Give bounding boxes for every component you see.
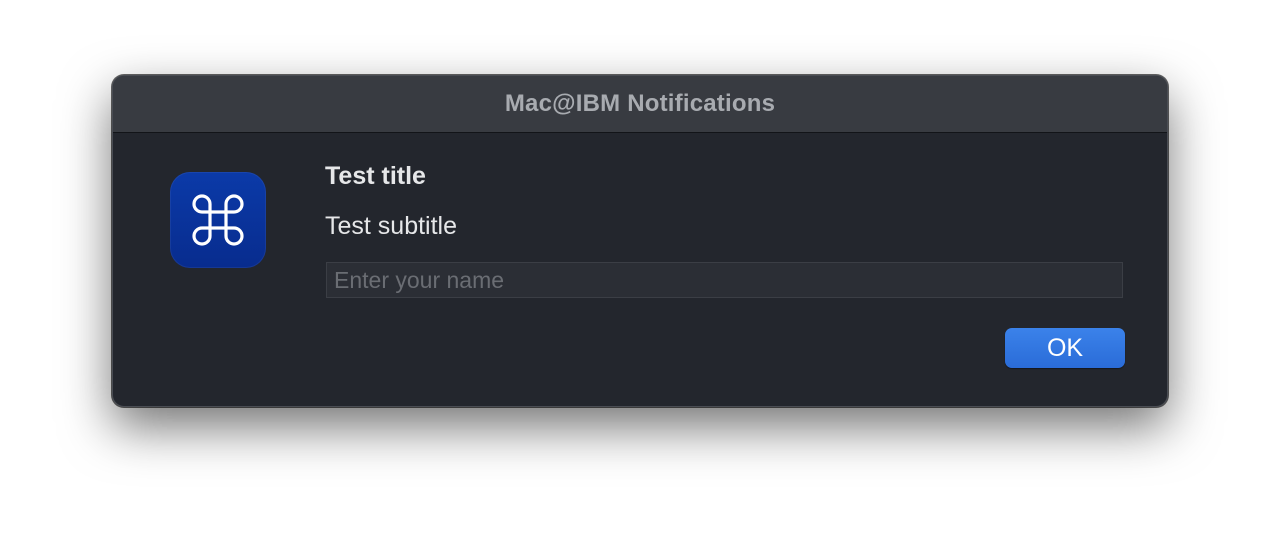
name-input[interactable] (326, 262, 1123, 298)
notification-title: Test title (325, 162, 426, 190)
notification-subtitle: Test subtitle (325, 212, 458, 240)
ok-button[interactable]: OK (1005, 328, 1125, 368)
command-key-icon (192, 194, 244, 246)
title-bar[interactable]: Mac@IBM Notifications (113, 76, 1167, 133)
window-title: Mac@IBM Notifications (504, 90, 776, 117)
app-icon (170, 172, 266, 268)
notification-dialog: Mac@IBM Notifications Test title Test su… (112, 75, 1168, 407)
